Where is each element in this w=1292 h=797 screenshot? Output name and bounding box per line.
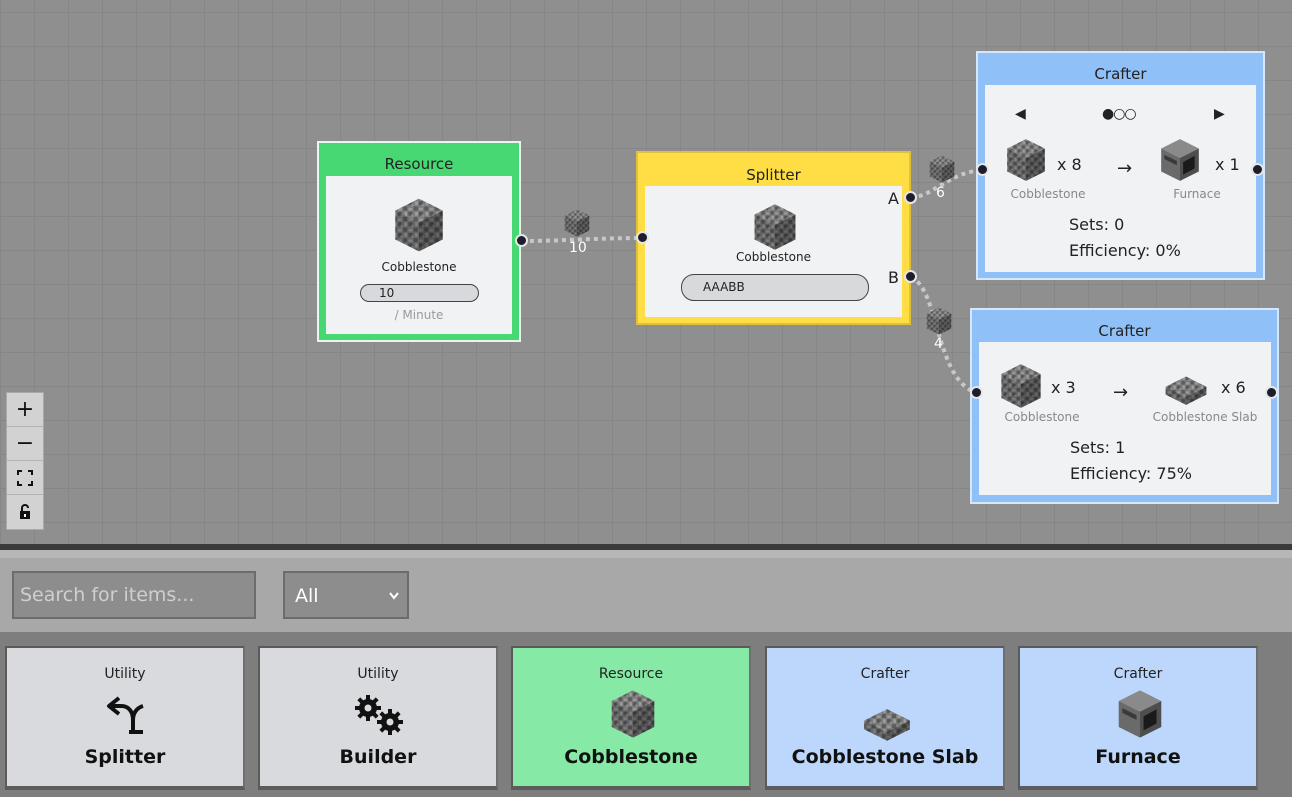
card-name: Cobblestone Slab [791,746,979,768]
card-category: Crafter [1113,666,1163,682]
efficiency-value: Efficiency: 75% [1070,464,1192,483]
cobblestone-slab-icon [861,704,913,742]
edge-rate-label: 6 [936,185,945,201]
palette-card-splitter[interactable]: Utility Splitter [5,646,245,790]
item-label: Cobblestone [736,250,811,264]
category-filter-select[interactable]: All [283,571,409,619]
output-port-a[interactable] [904,191,917,204]
zoom-controls: + − [6,392,44,530]
palette-card-cobblestone-slab[interactable]: Crafter Cobblestone Slab [765,646,1005,790]
next-recipe-icon[interactable]: ▶ [1214,106,1225,122]
cobblestone-icon [752,202,798,252]
output-port[interactable] [1251,163,1264,176]
splitter-node[interactable]: Splitter Cobblestone AAABB [636,151,911,325]
input-port[interactable] [970,386,983,399]
edge-rate-label: 4 [934,336,943,352]
input-quantity: x 8 [1057,155,1082,174]
search-input[interactable] [12,571,256,619]
card-category: Crafter [860,666,910,682]
node-title: Splitter [746,166,801,184]
gears-icon [355,695,403,735]
input-quantity: x 3 [1051,378,1076,397]
input-port[interactable] [976,163,989,176]
node-canvas[interactable]: 10 6 4 Resource Cobblestone 10 / Minute … [0,0,1292,544]
node-title: Crafter [1098,322,1151,340]
card-name: Furnace [1095,746,1181,768]
furnace-icon [1159,137,1201,183]
output-item-label: Furnace [1173,187,1221,201]
panel-divider-highlight [0,550,1292,558]
card-category: Utility [357,666,399,682]
item-label: Cobblestone [381,260,457,274]
rate-unit: / Minute [394,308,444,322]
zoom-in-button[interactable]: + [7,393,43,427]
cobblestone-slab-icon [1163,372,1209,406]
node-title: Resource [384,155,454,173]
edge-item-icon [928,154,956,184]
output-quantity: x 1 [1215,155,1240,174]
card-name: Splitter [84,746,166,768]
sets-count: Sets: 1 [1070,438,1126,457]
palette-card-builder[interactable]: Utility Builder [258,646,498,790]
cobblestone-icon [392,196,446,254]
input-item-label: Cobblestone [1004,410,1080,424]
output-port[interactable] [515,234,528,247]
arrow-right-icon: → [1117,158,1133,179]
node-title: Crafter [1094,65,1147,83]
output-port[interactable] [1265,386,1278,399]
furnace-icon [1116,688,1164,740]
efficiency-value: Efficiency: 0% [1069,241,1181,260]
split-arrow-icon [107,696,144,734]
card-name: Builder [339,746,417,768]
palette-toolbar: All [0,558,1292,634]
crafter-node-furnace[interactable]: Crafter ◀ ●○○ ▶ x 8 Cobblestone → x 1 Fu… [976,51,1265,280]
lock-button[interactable] [7,495,43,528]
rate-input[interactable]: 10 [360,284,479,302]
port-b-label: B [888,268,899,287]
port-a-label: A [888,189,899,208]
card-name: Cobblestone [564,746,698,768]
output-port-b[interactable] [904,270,917,283]
crafter-node-slab[interactable]: Crafter x 3 Cobblestone → x 6 Cobbleston… [970,308,1279,504]
filter-value: All [295,585,319,607]
edge-item-icon [925,306,953,336]
palette-card-cobblestone[interactable]: Resource Cobblestone [511,646,751,790]
cobblestone-icon [609,688,657,740]
output-item-label: Cobblestone Slab [1152,410,1258,424]
chevron-down-icon [389,592,399,600]
item-palette: Utility Splitter Utility Builder Resourc… [0,634,1292,797]
edge-item-icon [563,208,591,238]
input-item-label: Cobblestone [1010,187,1086,201]
output-quantity: x 6 [1221,378,1246,397]
split-pattern-input[interactable]: AAABB [681,274,869,301]
sets-count: Sets: 0 [1069,215,1125,234]
cobblestone-icon [1005,137,1047,183]
lock-icon [20,503,30,519]
card-category: Utility [104,666,146,682]
zoom-out-button[interactable]: − [7,427,43,461]
fit-view-icon [17,469,33,486]
input-port[interactable] [636,231,649,244]
fit-view-button[interactable] [7,461,43,495]
arrow-right-icon: → [1113,382,1129,403]
prev-recipe-icon[interactable]: ◀ [1015,106,1026,122]
palette-card-furnace[interactable]: Crafter Furnace [1018,646,1258,790]
edge-rate-label: 10 [569,240,587,256]
recipe-pager-dots[interactable]: ●○○ [1102,106,1137,122]
card-category: Resource [598,666,664,682]
cobblestone-icon [999,362,1043,410]
resource-node[interactable]: Resource Cobblestone 10 / Minute [317,141,521,342]
